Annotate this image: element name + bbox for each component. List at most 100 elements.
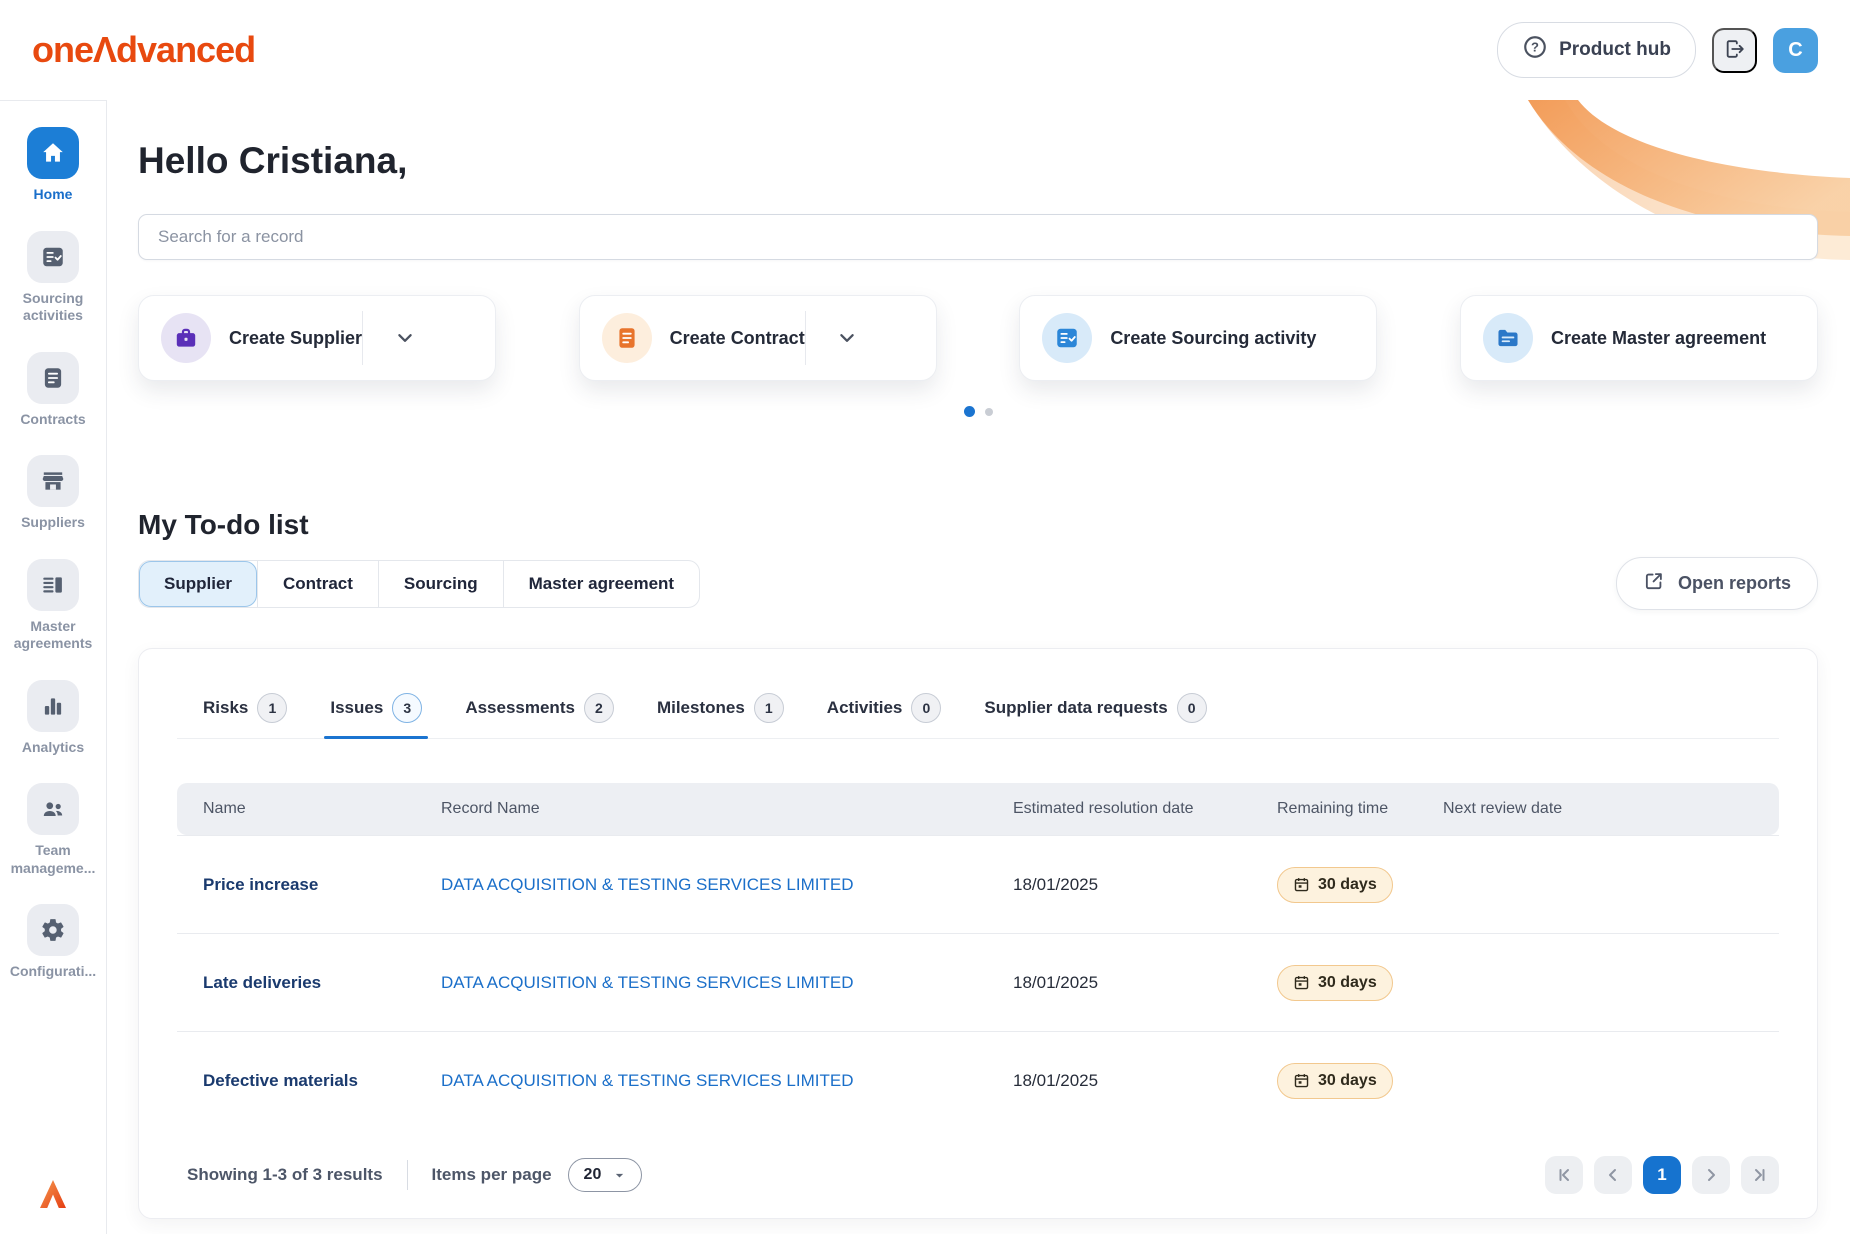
table-row: Defective materials DATA ACQUISITION & T… xyxy=(177,1031,1779,1129)
todo-list-title: My To-do list xyxy=(138,509,1818,541)
tab-count-badge: 1 xyxy=(257,693,287,723)
filter-master-agreement[interactable]: Master agreement xyxy=(503,561,700,607)
chevron-left-icon xyxy=(1605,1167,1621,1183)
issue-name-link[interactable]: Late deliveries xyxy=(177,973,441,993)
todo-tabs: Risks 1 Issues 3 Assessments 2 Milestone… xyxy=(177,693,1779,739)
record-name-link[interactable]: DATA ACQUISITION & TESTING SERVICES LIMI… xyxy=(441,973,1013,993)
table-header: Name Record Name Estimated resolution da… xyxy=(177,783,1779,835)
tab-count-badge: 1 xyxy=(754,693,784,723)
chevron-down-icon xyxy=(396,329,414,347)
chevron-down-icon xyxy=(838,329,856,347)
open-reports-button[interactable]: Open reports xyxy=(1616,557,1818,610)
product-hub-button[interactable]: ? Product hub xyxy=(1497,22,1696,78)
user-avatar[interactable]: C xyxy=(1773,28,1818,73)
sidebar-item-configuration[interactable]: Configurati... xyxy=(4,904,102,981)
contract-document-icon xyxy=(602,313,652,363)
todo-filter-group: Supplier Contract Sourcing Master agreem… xyxy=(138,560,700,608)
first-page-button[interactable] xyxy=(1545,1156,1583,1194)
calendar-icon xyxy=(1293,1072,1310,1089)
sourcing-activities-icon xyxy=(27,231,79,283)
remaining-time-chip: 30 days xyxy=(1277,1063,1393,1099)
tab-issues[interactable]: Issues 3 xyxy=(330,693,422,738)
create-supplier-dropdown[interactable] xyxy=(362,311,446,365)
create-master-agreement-card[interactable]: Create Master agreement xyxy=(1460,295,1818,381)
tab-supplier-data-requests[interactable]: Supplier data requests 0 xyxy=(984,693,1206,738)
issue-name-link[interactable]: Defective materials xyxy=(177,1071,441,1091)
svg-text:?: ? xyxy=(1531,40,1539,55)
sidebar-item-home[interactable]: Home xyxy=(4,127,102,204)
card-carousel-dots xyxy=(138,406,1818,417)
tab-activities[interactable]: Activities 0 xyxy=(827,693,942,738)
calendar-icon xyxy=(1293,876,1310,893)
results-summary: Showing 1-3 of 3 results xyxy=(187,1165,383,1185)
chevron-down-icon xyxy=(613,1169,626,1182)
team-management-icon xyxy=(27,783,79,835)
help-icon: ? xyxy=(1522,34,1548,66)
logout-button[interactable] xyxy=(1712,28,1757,73)
main-content: Hello Cristiana, Create Supplier Create … xyxy=(107,100,1850,1234)
filter-contract[interactable]: Contract xyxy=(257,561,378,607)
calendar-icon xyxy=(1293,974,1310,991)
sidebar-item-team-management[interactable]: Team manageme... xyxy=(4,783,102,877)
analytics-icon xyxy=(27,680,79,732)
oneadvanced-caret-logo xyxy=(37,1177,69,1216)
record-search-input[interactable] xyxy=(138,214,1818,260)
previous-page-button[interactable] xyxy=(1594,1156,1632,1194)
master-agreements-icon xyxy=(27,559,79,611)
oneadvanced-logo: oneΛdvanced xyxy=(32,29,255,71)
record-name-link[interactable]: DATA ACQUISITION & TESTING SERVICES LIMI… xyxy=(441,875,1013,895)
sidebar-item-master-agreements[interactable]: Master agreements xyxy=(4,559,102,653)
first-page-icon xyxy=(1556,1167,1572,1183)
remaining-time-chip: 30 days xyxy=(1277,965,1393,1001)
last-page-icon xyxy=(1752,1167,1768,1183)
table-footer: Showing 1-3 of 3 results Items per page … xyxy=(177,1156,1779,1194)
tab-count-badge: 2 xyxy=(584,693,614,723)
create-contract-card[interactable]: Create Contract xyxy=(579,295,937,381)
logout-icon xyxy=(1724,38,1746,63)
quick-create-cards: Create Supplier Create Contract Create S… xyxy=(138,295,1818,381)
items-per-page-label: Items per page xyxy=(432,1165,552,1185)
greeting-heading: Hello Cristiana, xyxy=(138,140,1818,182)
sidebar-item-suppliers[interactable]: Suppliers xyxy=(4,455,102,532)
issue-name-link[interactable]: Price increase xyxy=(177,875,441,895)
briefcase-icon xyxy=(161,313,211,363)
table-row: Late deliveries DATA ACQUISITION & TESTI… xyxy=(177,933,1779,1031)
external-link-icon xyxy=(1643,570,1665,597)
sidebar-item-contracts[interactable]: Contracts xyxy=(4,352,102,429)
table-row: Price increase DATA ACQUISITION & TESTIN… xyxy=(177,835,1779,933)
sidebar: Home Sourcing activities Contracts Suppl… xyxy=(0,100,107,1234)
todo-panel: Risks 1 Issues 3 Assessments 2 Milestone… xyxy=(138,648,1818,1219)
tab-count-badge: 0 xyxy=(1177,693,1207,723)
create-supplier-card[interactable]: Create Supplier xyxy=(138,295,496,381)
create-contract-dropdown[interactable] xyxy=(805,311,889,365)
tab-milestones[interactable]: Milestones 1 xyxy=(657,693,784,738)
carousel-dot-1[interactable] xyxy=(964,406,975,417)
estimated-resolution-date: 18/01/2025 xyxy=(1013,875,1277,895)
product-hub-label: Product hub xyxy=(1559,39,1671,61)
estimated-resolution-date: 18/01/2025 xyxy=(1013,973,1277,993)
decorative-ribbon xyxy=(1470,100,1850,310)
create-sourcing-activity-card[interactable]: Create Sourcing activity xyxy=(1019,295,1377,381)
filter-sourcing[interactable]: Sourcing xyxy=(378,561,503,607)
carousel-dot-2[interactable] xyxy=(985,408,993,416)
last-page-button[interactable] xyxy=(1741,1156,1779,1194)
remaining-time-chip: 30 days xyxy=(1277,867,1393,903)
items-per-page-select[interactable]: 20 xyxy=(568,1158,643,1192)
filter-supplier[interactable]: Supplier xyxy=(139,561,257,607)
sourcing-checklist-icon xyxy=(1042,313,1092,363)
record-name-link[interactable]: DATA ACQUISITION & TESTING SERVICES LIMI… xyxy=(441,1071,1013,1091)
sidebar-item-sourcing-activities[interactable]: Sourcing activities xyxy=(4,231,102,325)
tab-assessments[interactable]: Assessments 2 xyxy=(465,693,614,738)
page-1-button[interactable]: 1 xyxy=(1643,1156,1681,1194)
tab-count-badge: 3 xyxy=(392,693,422,723)
home-icon xyxy=(27,127,79,179)
contracts-icon xyxy=(27,352,79,404)
sidebar-item-analytics[interactable]: Analytics xyxy=(4,680,102,757)
tab-count-badge: 0 xyxy=(911,693,941,723)
suppliers-icon xyxy=(27,455,79,507)
app-header: oneΛdvanced ? Product hub C xyxy=(0,0,1850,100)
chevron-right-icon xyxy=(1703,1167,1719,1183)
next-page-button[interactable] xyxy=(1692,1156,1730,1194)
pagination: 1 xyxy=(1545,1156,1779,1194)
tab-risks[interactable]: Risks 1 xyxy=(203,693,287,738)
